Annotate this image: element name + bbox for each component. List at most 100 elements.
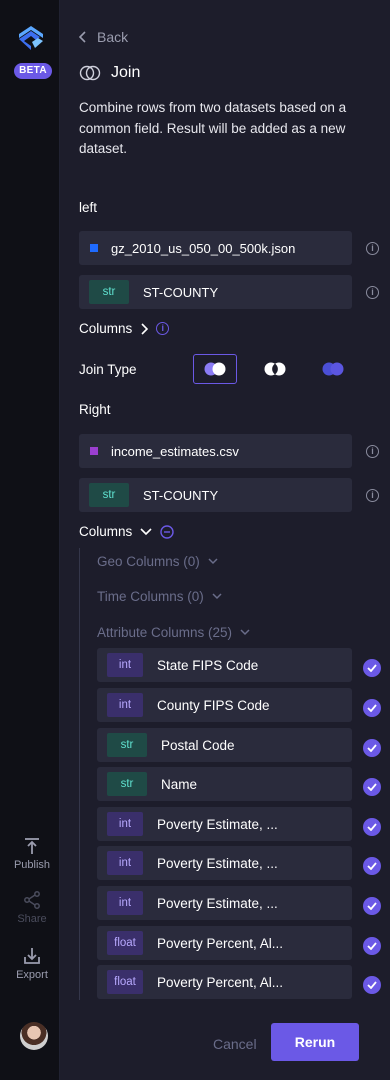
type-badge: int	[107, 653, 143, 677]
attribute-row[interactable]: str Postal Code	[97, 728, 352, 762]
right-key-select[interactable]: str ST-COUNTY	[79, 478, 352, 512]
checkmark-icon	[367, 744, 377, 752]
attribute-checkbox[interactable]	[363, 818, 381, 836]
attribute-row[interactable]: float Poverty Percent, Al...	[97, 965, 352, 999]
share-icon	[24, 891, 40, 909]
left-key-select[interactable]: str ST-COUNTY	[79, 275, 352, 309]
tree-guide-line	[79, 548, 80, 1000]
share-button[interactable]: Share	[0, 890, 64, 925]
join-panel: Back Join Combine rows from two datasets…	[61, 0, 390, 1080]
info-icon[interactable]: i	[366, 242, 379, 255]
attribute-columns-toggle[interactable]: Attribute Columns (25)	[97, 625, 250, 640]
attribute-row[interactable]: int Poverty Estimate, ...	[97, 846, 352, 880]
attribute-row[interactable]: int Poverty Estimate, ...	[97, 807, 352, 841]
checkmark-icon	[367, 862, 377, 870]
checkmark-icon	[367, 942, 377, 950]
type-badge: int	[107, 891, 143, 915]
publish-label: Publish	[13, 859, 51, 871]
attribute-checkbox[interactable]	[363, 659, 381, 677]
right-join-icon	[322, 362, 344, 376]
page-title-text: Join	[111, 64, 141, 81]
attribute-name: Poverty Estimate, ...	[157, 895, 278, 911]
attribute-checkbox[interactable]	[363, 897, 381, 915]
attribute-name: Poverty Percent, Al...	[157, 974, 284, 990]
left-dataset-name: gz_2010_us_050_00_500k.json	[111, 240, 296, 256]
info-icon[interactable]: i	[366, 489, 379, 502]
user-avatar[interactable]	[20, 1022, 48, 1050]
left-join-option[interactable]	[193, 354, 237, 384]
left-section-label: left	[79, 200, 98, 215]
left-key-field: ST-COUNTY	[143, 284, 219, 300]
join-description: Combine rows from two datasets based on …	[79, 100, 347, 156]
checkmark-icon	[367, 783, 377, 791]
inner-join-option[interactable]	[253, 354, 297, 384]
right-dataset-select[interactable]: income_estimates.csv	[79, 434, 352, 468]
attribute-name: State FIPS Code	[157, 657, 259, 673]
attribute-checkbox[interactable]	[363, 739, 381, 757]
checkmark-icon	[367, 823, 377, 831]
geo-columns-label: Geo Columns (0)	[97, 554, 200, 569]
time-columns-label: Time Columns (0)	[97, 589, 204, 604]
right-columns-toggle[interactable]: Columns	[79, 524, 174, 539]
attribute-name: Postal Code	[161, 737, 235, 753]
type-badge: int	[107, 851, 143, 875]
checkmark-icon	[367, 664, 377, 672]
right-join-option[interactable]	[311, 354, 355, 384]
checkmark-icon	[367, 902, 377, 910]
chevron-right-icon	[141, 322, 149, 335]
back-label: Back	[97, 29, 129, 45]
geo-columns-toggle[interactable]: Geo Columns (0)	[97, 554, 218, 569]
dataset-color-swatch	[90, 244, 98, 252]
export-label: Export	[16, 969, 48, 981]
attribute-row[interactable]: int State FIPS Code	[97, 648, 352, 682]
attribute-name: County FIPS Code	[157, 697, 270, 713]
export-icon	[24, 948, 40, 964]
type-badge: int	[107, 812, 143, 836]
info-icon[interactable]: i	[366, 286, 379, 299]
chevron-down-icon	[140, 527, 152, 535]
attribute-checkbox[interactable]	[363, 937, 381, 955]
attribute-checkbox[interactable]	[363, 976, 381, 994]
info-icon[interactable]: i	[366, 445, 379, 458]
page-title: Join	[79, 64, 140, 82]
left-columns-toggle[interactable]: Columns i	[79, 321, 170, 336]
type-badge: str	[89, 280, 129, 304]
info-icon[interactable]: i	[156, 322, 170, 335]
rerun-button[interactable]: Rerun	[271, 1023, 359, 1061]
left-join-icon	[204, 362, 226, 376]
right-section-label: Right	[79, 402, 111, 417]
cancel-button[interactable]: Cancel	[213, 1036, 257, 1052]
attribute-checkbox[interactable]	[363, 857, 381, 875]
right-key-field: ST-COUNTY	[143, 487, 219, 503]
type-badge: str	[107, 772, 147, 796]
checkmark-icon	[367, 704, 377, 712]
attribute-row[interactable]: int Poverty Estimate, ...	[97, 886, 352, 920]
publish-button[interactable]: Publish	[0, 836, 64, 871]
right-dataset-name: income_estimates.csv	[111, 443, 239, 459]
type-badge: float	[107, 931, 143, 955]
chevron-left-icon	[79, 31, 86, 43]
type-badge: int	[107, 693, 143, 717]
left-columns-label: Columns	[79, 321, 133, 336]
back-button[interactable]: Back	[79, 29, 128, 45]
beta-badge: BETA	[14, 63, 52, 79]
join-type-label: Join Type	[79, 362, 137, 377]
app-logo-icon[interactable]	[16, 22, 46, 52]
time-columns-toggle[interactable]: Time Columns (0)	[97, 589, 222, 604]
share-label: Share	[17, 913, 47, 925]
export-button[interactable]: Export	[0, 946, 64, 981]
join-icon	[79, 65, 101, 81]
attribute-row[interactable]: int County FIPS Code	[97, 688, 352, 722]
right-columns-label: Columns	[79, 524, 133, 539]
chevron-down-icon	[208, 558, 218, 565]
attribute-row[interactable]: str Name	[97, 767, 352, 801]
attribute-checkbox[interactable]	[363, 699, 381, 717]
attribute-row[interactable]: float Poverty Percent, Al...	[97, 926, 352, 960]
dataset-color-swatch	[90, 447, 98, 455]
attribute-checkbox[interactable]	[363, 778, 381, 796]
attribute-name: Poverty Estimate, ...	[157, 855, 278, 871]
left-dataset-select[interactable]: gz_2010_us_050_00_500k.json	[79, 231, 352, 265]
attribute-name: Name	[161, 776, 198, 792]
chevron-down-icon	[240, 629, 250, 636]
collapse-minus-icon[interactable]	[160, 524, 174, 539]
